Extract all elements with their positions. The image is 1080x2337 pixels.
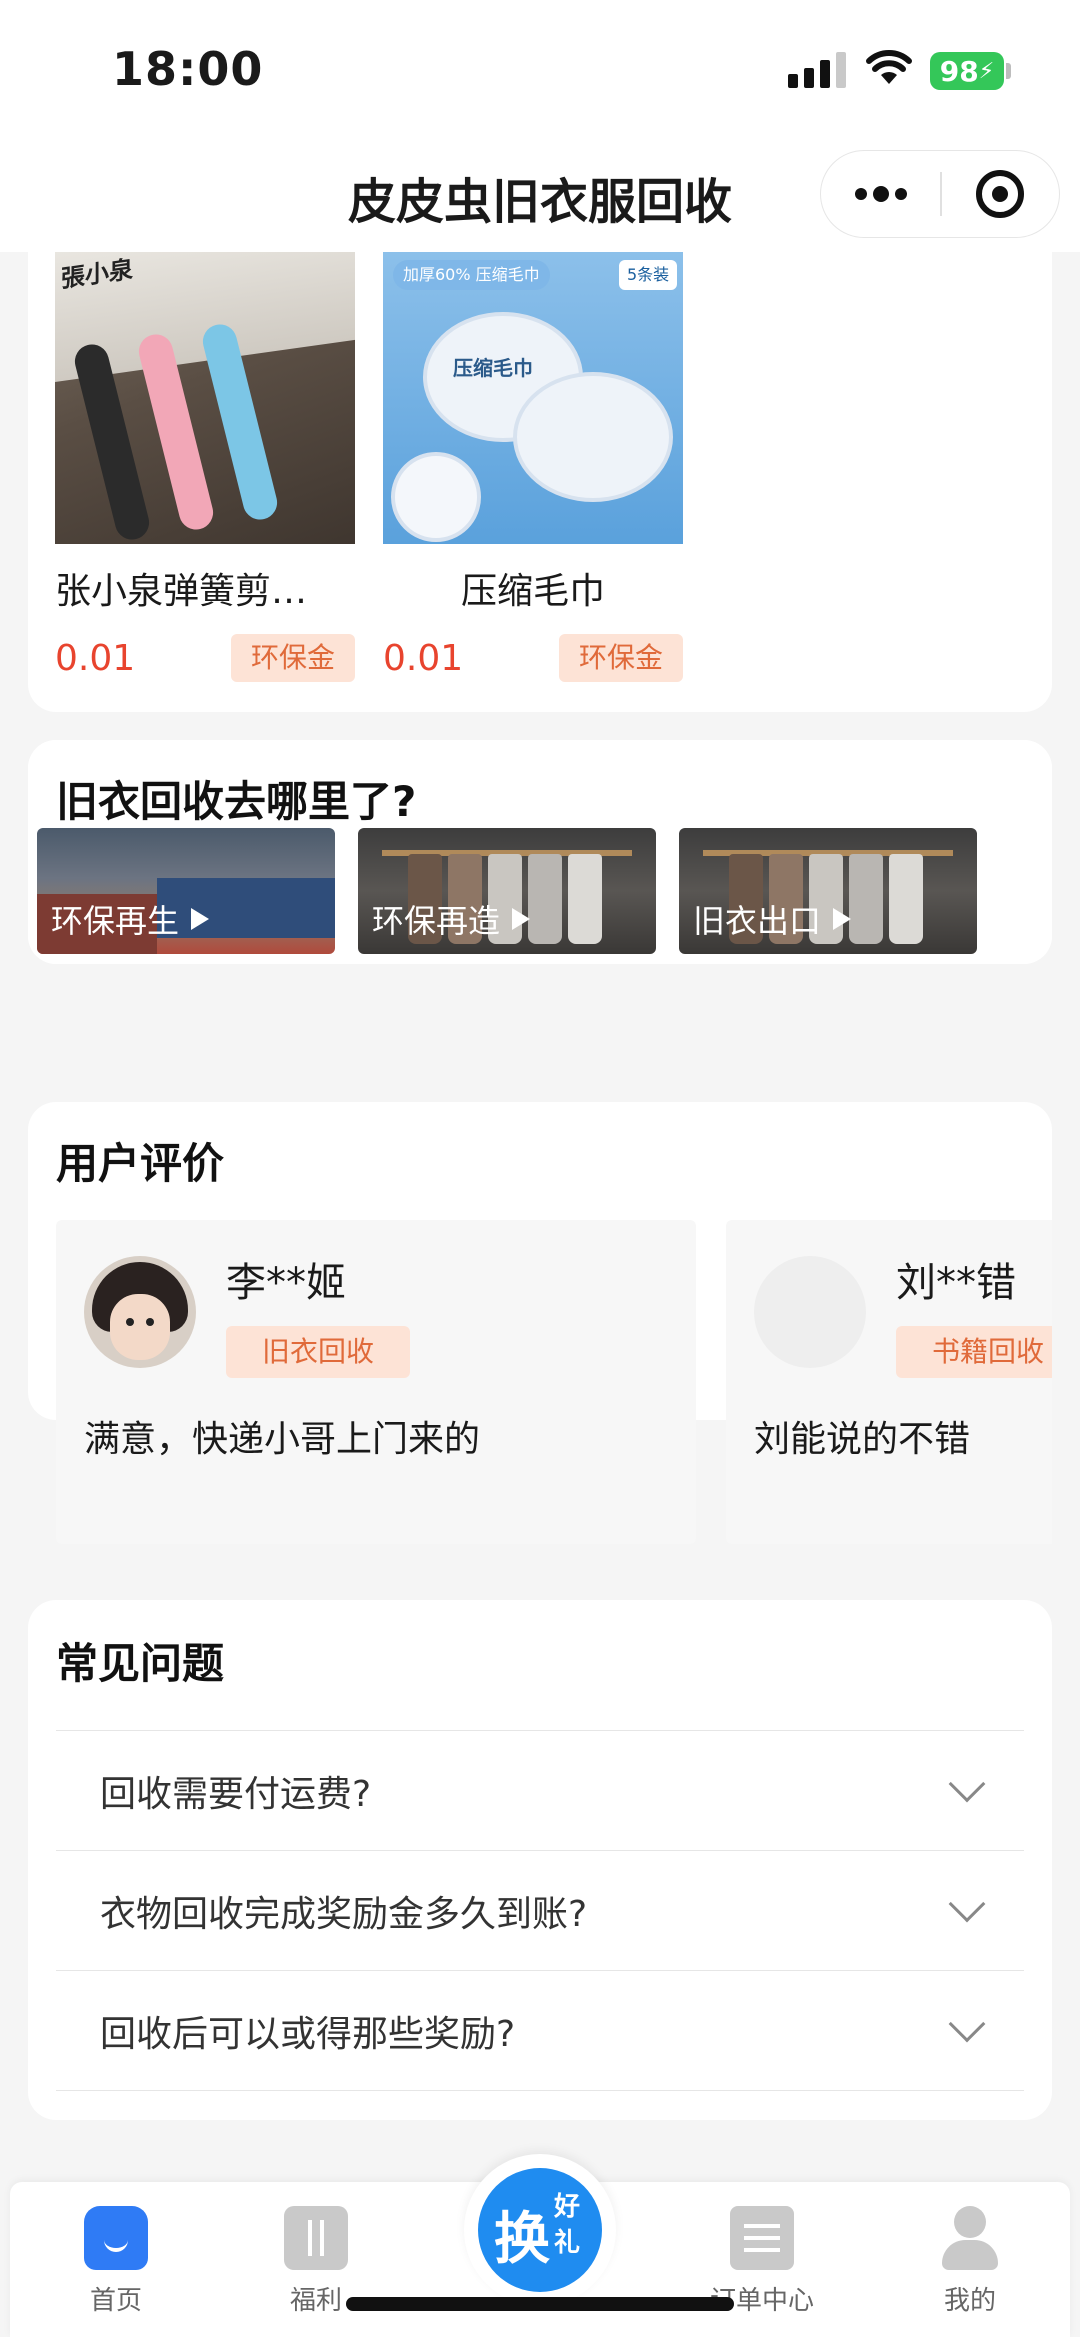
tab-label: 首页: [89, 2286, 142, 2316]
review-text: 刘能说的不错: [754, 1419, 971, 1460]
order-icon: [730, 2206, 794, 2270]
faq-question: 回收需要付运费?: [100, 1773, 372, 1815]
faq-list: 回收需要付运费? 衣物回收完成奖励金多久到账? 回收后可以或得那些奖励?: [56, 1730, 1024, 2091]
review-tag: 书籍回收: [896, 1326, 1052, 1378]
review-item: 刘**错 书籍回收 刘能说的不错: [726, 1220, 1052, 1544]
product-item[interactable]: 張小泉 张小泉弹簧剪… 0.01 环保金: [55, 252, 355, 682]
product-image: 張小泉: [55, 252, 355, 544]
product-name: 压缩毛巾: [460, 571, 605, 612]
signal-icon: [788, 52, 846, 88]
section-title-where: 旧衣回收去哪里了?: [56, 777, 417, 826]
avatar: [84, 1256, 196, 1368]
status-time: 18:00: [112, 42, 264, 96]
product-image-badge2: 5条装: [619, 260, 678, 290]
chevron-down-icon: [948, 2005, 986, 2042]
exchange-main-text: 换: [494, 2207, 550, 2272]
status-bar: 18:00 98 ⚡: [0, 0, 1080, 140]
where-card: 旧衣回收去哪里了?: [28, 740, 1052, 964]
product-image-text: 压缩毛巾: [453, 356, 533, 380]
exchange-sub-text-2: 礼: [554, 2228, 581, 2258]
section-title-faq: 常见问题: [56, 1639, 225, 1688]
battery-level: 98: [939, 54, 979, 88]
tab-bar: 首页 福利 换 好 礼 订单中心 我的: [10, 2154, 1070, 2337]
product-price: 0.01: [55, 637, 136, 679]
wifi-icon: [866, 50, 912, 84]
home-indicator: [346, 2297, 734, 2311]
target-icon: [976, 170, 1025, 218]
tab-mine[interactable]: 我的: [900, 2206, 1040, 2317]
nav-bar: 皮皮虫旧衣服回收: [0, 140, 1080, 252]
gift-icon: [284, 2206, 348, 2270]
battery-icon: 98 ⚡: [930, 52, 1004, 90]
faq-question: 回收后可以或得那些奖励?: [100, 2013, 516, 2055]
tab-home[interactable]: 首页: [46, 2206, 186, 2317]
chevron-down-icon: [948, 1885, 986, 1922]
product-item[interactable]: 加厚60% 压缩毛巾 5条装 压缩毛巾 压缩毛巾 0.01 环保金: [383, 252, 683, 682]
faq-item[interactable]: 回收后可以或得那些奖励?: [56, 1971, 1024, 2091]
faq-item[interactable]: 回收需要付运费?: [56, 1731, 1024, 1851]
products-card: 張小泉 张小泉弹簧剪… 0.01 环保金 加厚60% 压缩毛巾 5条装 压缩毛巾…: [28, 252, 1052, 712]
product-image: 加厚60% 压缩毛巾 5条装 压缩毛巾: [383, 252, 683, 544]
product-price: 0.01: [383, 637, 464, 679]
miniprogram-capsule: [820, 150, 1060, 238]
close-miniprogram-button[interactable]: [942, 150, 1059, 238]
battery-tip: [1006, 63, 1011, 79]
exchange-gift-button[interactable]: 换 好 礼: [464, 2154, 616, 2306]
product-image-text: 張小泉: [61, 254, 133, 294]
reviews-scroller[interactable]: 李**姬 旧衣回收 满意，快递小哥上门来的 刘**错 书籍回收 刘能说的不错: [56, 1220, 1052, 1544]
faq-card: 常见问题 回收需要付运费? 衣物回收完成奖励金多久到账? 回收后可以或得那些奖励…: [28, 1600, 1052, 2120]
chevron-down-icon: [948, 1765, 986, 1802]
review-text: 满意，快递小哥上门来的: [84, 1419, 481, 1460]
review-item: 李**姬 旧衣回收 满意，快递小哥上门来的: [56, 1220, 696, 1544]
tab-label: 我的: [943, 2286, 996, 2316]
review-tag: 旧衣回收: [226, 1326, 410, 1378]
more-menu-button[interactable]: [821, 150, 940, 238]
main-content: 張小泉 张小泉弹簧剪… 0.01 环保金 加厚60% 压缩毛巾 5条装 压缩毛巾…: [0, 252, 1080, 2182]
product-tag: 环保金: [230, 634, 355, 682]
home-icon: [84, 2206, 148, 2270]
reviewer-name: 刘**错: [896, 1260, 1016, 1306]
user-icon: [938, 2206, 1002, 2270]
section-title-reviews: 用户评价: [56, 1139, 225, 1188]
faq-item[interactable]: 衣物回收完成奖励金多久到账?: [56, 1851, 1024, 1971]
avatar: [754, 1256, 866, 1368]
product-tag: 环保金: [558, 634, 683, 682]
reviewer-name: 李**姬: [226, 1260, 346, 1306]
exchange-gift-icon: 换 好 礼: [478, 2168, 602, 2292]
product-image-badge: 加厚60% 压缩毛巾: [393, 260, 550, 290]
exchange-sub-text-1: 好: [554, 2192, 581, 2222]
faq-question: 衣物回收完成奖励金多久到账?: [100, 1893, 588, 1935]
product-name: 张小泉弹簧剪…: [55, 571, 308, 612]
